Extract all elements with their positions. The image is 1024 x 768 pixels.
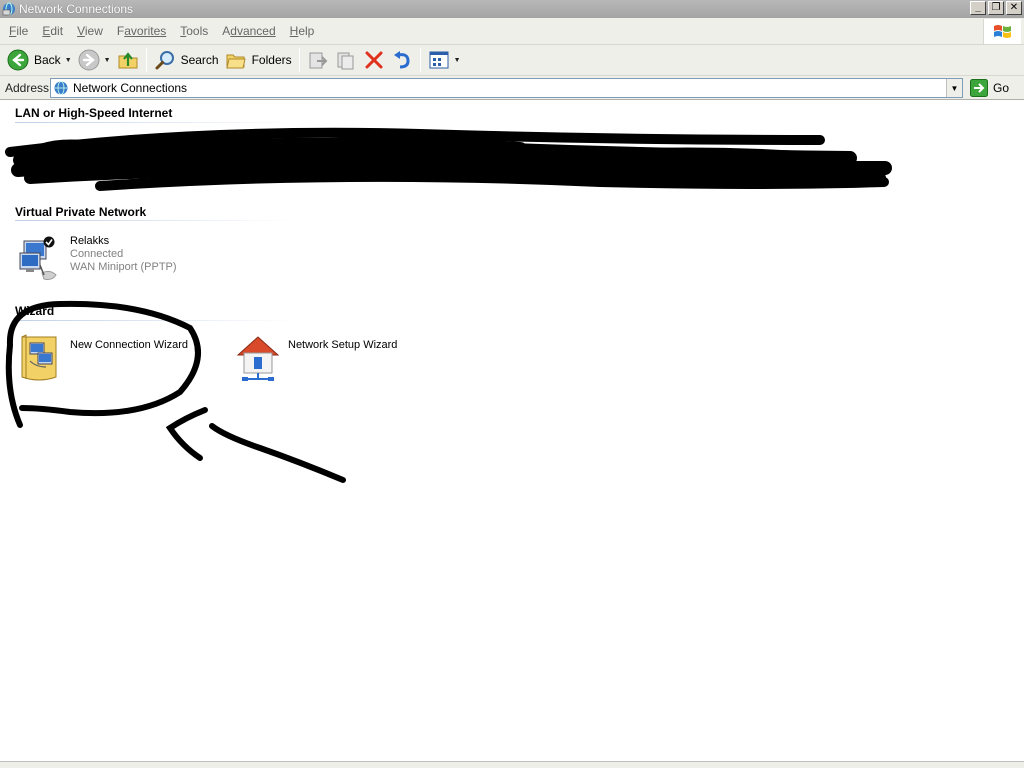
menu-edit[interactable]: Edit [42, 24, 63, 38]
menu-view[interactable]: View [77, 24, 103, 38]
forward-button[interactable]: ▼ [75, 46, 114, 74]
network-setup-wizard[interactable]: Network Setup Wizard [234, 333, 397, 383]
status-bar [0, 761, 1024, 768]
views-dropdown-icon[interactable]: ▼ [454, 57, 461, 64]
menu-bar: File Edit View Favorites Tools Advanced … [0, 18, 1024, 45]
toolbar-separator [145, 48, 147, 72]
group-header-wizard: Wizard [15, 304, 55, 318]
minimize-button[interactable]: _ [970, 1, 986, 15]
back-button[interactable]: Back ▼ [4, 46, 75, 74]
vpn-connection-device: WAN Miniport (PPTP) [70, 261, 177, 273]
go-arrow-icon [970, 79, 988, 97]
network-globe-icon [54, 81, 68, 95]
move-to-icon [309, 52, 328, 69]
menu-help[interactable]: Help [290, 24, 315, 38]
menu-advanced[interactable]: Advanced [222, 24, 275, 38]
delete-button[interactable] [360, 46, 388, 74]
connections-pane: LAN or High-Speed Internet Virtual Priva… [2, 101, 1022, 761]
new-connection-wizard-icon [21, 334, 57, 381]
vpn-connection-name: Relakks [70, 235, 110, 247]
network-connections-icon [2, 2, 15, 16]
back-arrow-icon [7, 49, 29, 71]
move-to-button[interactable] [304, 46, 332, 74]
window-title: Network Connections [19, 2, 134, 16]
toolbar: Back ▼ ▼ Search Folders ▼ [0, 45, 1024, 76]
folders-button[interactable]: Folders [222, 46, 295, 74]
menu-file[interactable]: File [9, 24, 28, 38]
windows-logo-icon [983, 19, 1021, 44]
copy-to-icon [337, 52, 354, 70]
toolbar-separator [419, 48, 421, 72]
menu-favorites[interactable]: Favorites [117, 24, 166, 38]
group-divider [15, 320, 295, 321]
new-connection-wizard-label: New Connection Wizard [70, 339, 188, 351]
restore-button[interactable]: ❐ [988, 1, 1004, 15]
title-bar: Network Connections _ ❐ ✕ [0, 0, 1024, 18]
copy-to-button[interactable] [332, 46, 360, 74]
search-button[interactable]: Search [151, 46, 222, 74]
group-divider [15, 122, 295, 123]
group-header-lan: LAN or High-Speed Internet [15, 106, 173, 120]
vpn-connection-icon [19, 236, 57, 280]
folders-icon [225, 54, 246, 69]
vpn-connection-relakks[interactable]: Relakks Connected WAN Miniport (PPTP) [16, 235, 177, 283]
back-dropdown-icon[interactable]: ▼ [65, 57, 72, 64]
forward-dropdown-icon[interactable]: ▼ [104, 57, 111, 64]
address-dropdown-button[interactable]: ▼ [946, 79, 962, 97]
go-button[interactable]: Go [970, 78, 1009, 98]
views-button[interactable]: ▼ [425, 46, 464, 74]
network-setup-wizard-label: Network Setup Wizard [288, 339, 398, 351]
network-setup-wizard-icon [236, 336, 280, 381]
address-label: Address [5, 80, 50, 95]
undo-button[interactable] [388, 46, 416, 74]
vpn-connection-status: Connected [70, 248, 124, 260]
up-folder-button[interactable] [114, 46, 142, 74]
close-button[interactable]: ✕ [1006, 1, 1022, 15]
search-icon [155, 51, 174, 70]
views-icon [429, 51, 449, 69]
undo-icon [393, 51, 410, 69]
group-divider [15, 220, 295, 221]
folder-up-icon [118, 52, 138, 69]
forward-arrow-icon [78, 49, 100, 71]
address-input[interactable]: Network Connections ▼ [50, 78, 963, 98]
address-value: Network Connections [73, 81, 188, 95]
toolbar-separator [298, 48, 300, 72]
menu-tools[interactable]: Tools [180, 24, 208, 38]
address-bar: Address Network Connections ▼ Go [0, 76, 1024, 100]
delete-x-icon [365, 51, 383, 69]
new-connection-wizard[interactable]: New Connection Wizard [16, 333, 188, 383]
group-header-vpn: Virtual Private Network [15, 205, 147, 219]
